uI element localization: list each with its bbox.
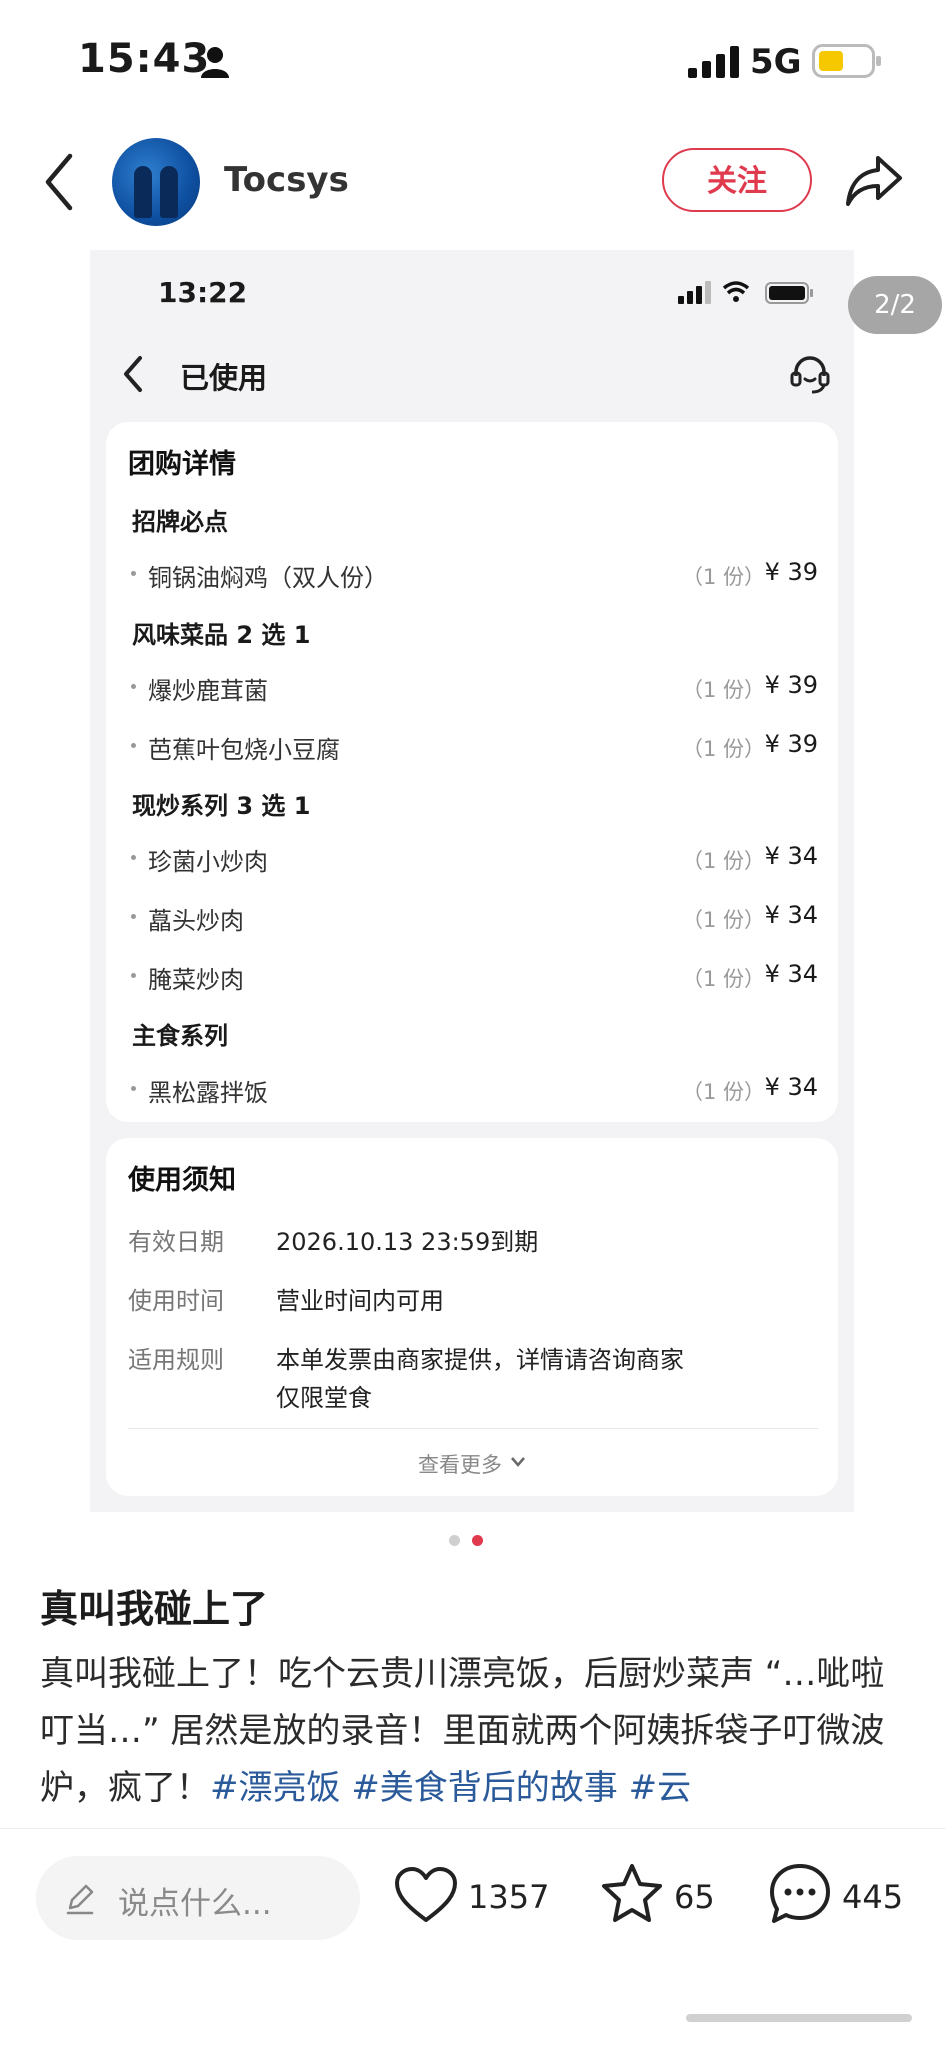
chevron-down-icon bbox=[511, 1457, 525, 1467]
post-body: 真叫我碰上了！吃个云贵川漂亮饭，后厨炒菜声 “…呲啦叮当…” 居然是放的录音！里… bbox=[40, 1646, 906, 1820]
comment-placeholder[interactable]: 说点什么... bbox=[118, 1878, 272, 1923]
avatar[interactable] bbox=[112, 138, 200, 226]
carousel-dot bbox=[449, 1535, 460, 1546]
hashtag[interactable]: #云 bbox=[629, 1768, 692, 1808]
network-type: 5G bbox=[750, 42, 802, 82]
bullet bbox=[131, 855, 136, 860]
person-icon bbox=[201, 47, 229, 78]
bullet bbox=[131, 973, 136, 978]
bullet bbox=[131, 684, 136, 689]
follow-button[interactable]: 关注 bbox=[662, 148, 812, 212]
bottom-divider bbox=[0, 1828, 946, 1829]
inner-status-time: 13:22 bbox=[158, 276, 248, 309]
item-price: ¥ 39 bbox=[764, 730, 818, 758]
item-name: 腌菜炒肉 bbox=[148, 966, 244, 994]
item-name: 珍菌小炒肉 bbox=[148, 848, 268, 876]
carousel-dot-active bbox=[472, 1535, 483, 1546]
battery-icon bbox=[812, 44, 881, 78]
item-price: ¥ 34 bbox=[764, 1073, 818, 1101]
section-title: 风味菜品 2 选 1 bbox=[132, 621, 311, 649]
bullet bbox=[131, 743, 136, 748]
inner-nav-title: 已使用 bbox=[180, 361, 268, 395]
usage-value: 本单发票由商家提供，详情请咨询商家 bbox=[276, 1346, 684, 1374]
usage-value-line2: 仅限堂食 bbox=[276, 1384, 372, 1412]
section-title: 招牌必点 bbox=[132, 508, 228, 536]
bullet bbox=[131, 914, 136, 919]
item-price: ¥ 34 bbox=[764, 960, 818, 988]
pencil-icon bbox=[66, 1884, 94, 1915]
customer-service-icon bbox=[790, 356, 830, 394]
usage-label: 使用时间 bbox=[128, 1287, 224, 1315]
inner-back-icon bbox=[124, 356, 142, 392]
inner-status-icons bbox=[678, 281, 813, 304]
item-price: ¥ 34 bbox=[764, 901, 818, 929]
back-arrow-icon[interactable] bbox=[40, 150, 80, 214]
divider bbox=[128, 1428, 818, 1429]
hashtag[interactable]: #漂亮饭 bbox=[210, 1768, 341, 1808]
item-price: ¥ 34 bbox=[764, 842, 818, 870]
item-name: 藠头炒肉 bbox=[148, 907, 244, 935]
usage-value: 营业时间内可用 bbox=[276, 1287, 444, 1315]
usage-card-title: 使用须知 bbox=[128, 1165, 236, 1196]
post-title: 真叫我碰上了 bbox=[40, 1587, 269, 1631]
comment-bubble-icon[interactable] bbox=[768, 1862, 832, 1926]
usage-value: 2026.10.13 23:59到期 bbox=[276, 1228, 539, 1256]
star-icon[interactable] bbox=[600, 1862, 664, 1924]
favorite-count[interactable]: 65 bbox=[674, 1878, 715, 1916]
bullet bbox=[131, 1086, 136, 1091]
username[interactable]: Tocsys bbox=[224, 160, 349, 200]
see-more-link: 查看更多 bbox=[418, 1453, 502, 1477]
share-icon[interactable] bbox=[844, 152, 904, 208]
hashtag[interactable]: #美食背后的故事 bbox=[351, 1768, 618, 1808]
item-price: ¥ 39 bbox=[764, 671, 818, 699]
item-name: 铜锅油焖鸡（双人份） bbox=[148, 564, 388, 592]
signal-icon bbox=[688, 46, 739, 78]
usage-label: 适用规则 bbox=[128, 1346, 224, 1374]
usage-label: 有效日期 bbox=[128, 1228, 224, 1256]
heart-icon[interactable] bbox=[394, 1866, 458, 1924]
group-card-title: 团购详情 bbox=[128, 449, 236, 480]
comment-count[interactable]: 445 bbox=[842, 1878, 903, 1916]
image-pager-badge: 2/2 bbox=[848, 276, 942, 334]
status-time: 15:43 bbox=[78, 36, 211, 82]
bullet bbox=[131, 571, 136, 576]
item-name: 爆炒鹿茸菌 bbox=[148, 677, 268, 705]
like-count[interactable]: 1357 bbox=[468, 1878, 549, 1916]
item-name: 黑松露拌饭 bbox=[148, 1079, 268, 1107]
section-title: 主食系列 bbox=[132, 1022, 228, 1050]
item-name: 芭蕉叶包烧小豆腐 bbox=[148, 736, 340, 764]
item-price: ¥ 39 bbox=[764, 558, 818, 586]
home-indicator[interactable] bbox=[686, 2014, 912, 2022]
section-title: 现炒系列 3 选 1 bbox=[132, 792, 311, 820]
